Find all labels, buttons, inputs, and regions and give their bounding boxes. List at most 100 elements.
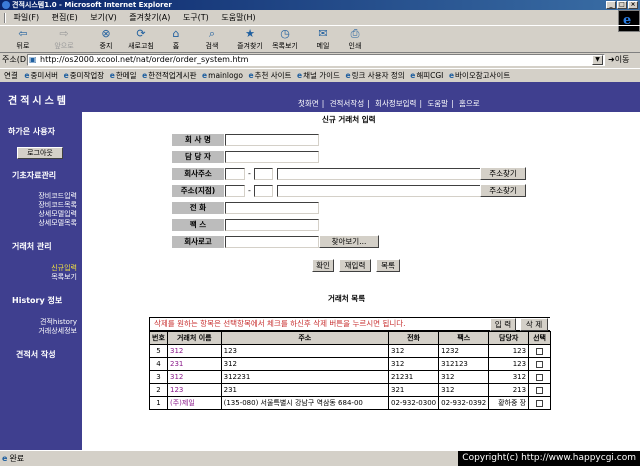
browse-button[interactable]: 찾아보기...	[319, 235, 379, 248]
address-url: http://os2000.xcool.net/nat/order/order_…	[40, 55, 249, 64]
select-checkbox[interactable]	[536, 373, 544, 381]
ie-page-icon: e	[345, 71, 351, 80]
ie-page-icon: e	[142, 71, 148, 80]
sidebar-basic-heading: 기초자료관리	[12, 171, 57, 180]
link-item[interactable]: e한메일	[109, 69, 139, 82]
sidebar-quote-heading[interactable]: 견적서 작성	[16, 349, 56, 360]
list-button[interactable]: 목록	[376, 259, 400, 272]
nav-quote[interactable]: 견적서작성	[330, 99, 365, 108]
forward-button[interactable]: ⇨ 앞으로	[50, 28, 78, 52]
zip-dash: -	[248, 169, 251, 178]
ie-page-icon: e	[202, 71, 208, 80]
web-page: 견적시스템 첫화면 | 견적서작성 | 회사정보입력 | 도움말 | 홈으로 하가은 사…	[0, 82, 640, 450]
branch-address-input[interactable]	[277, 185, 481, 197]
branch-zip2-input[interactable]	[254, 185, 273, 197]
logout-button[interactable]: 로그아웃	[17, 147, 63, 159]
top-nav: 첫화면 | 견적서작성 | 회사정보입력 | 도움말 | 홈으로	[298, 99, 480, 108]
confirm-button[interactable]: 확인	[312, 259, 334, 272]
logo-file-input[interactable]	[225, 236, 319, 248]
menu-help[interactable]: 도움말(H)	[216, 11, 260, 24]
go-button[interactable]: ➜이동	[608, 53, 629, 67]
sidebar-item-client-list[interactable]: 목록보기	[51, 272, 77, 282]
link-item[interactable]: e한전적업게시판	[141, 69, 198, 82]
add-client-button[interactable]: 입 력	[490, 318, 516, 331]
select-checkbox[interactable]	[536, 347, 544, 355]
sidebar-item-deal-details[interactable]: 거래상세정보	[38, 326, 77, 336]
back-button[interactable]: ⇦ 뒤로	[12, 28, 34, 52]
client-name-link[interactable]: 123	[166, 383, 222, 397]
close-button[interactable]: ×	[628, 1, 638, 9]
company-name-input[interactable]	[225, 134, 319, 146]
favorites-button[interactable]: ★ 즐겨찾기	[233, 28, 267, 52]
reset-button[interactable]: 재입력	[339, 259, 371, 272]
table-row: 3 312 312231 21231 312 312	[149, 370, 551, 384]
nav-home[interactable]: 첫화면	[298, 99, 319, 108]
link-item[interactable]: e링크 사용자 정의	[345, 69, 407, 82]
refresh-button[interactable]: ⟳ 새로고침	[124, 28, 158, 52]
select-checkbox[interactable]	[536, 360, 544, 368]
nav-homepage[interactable]: 홈으로	[459, 99, 480, 108]
client-name-link[interactable]: 231	[166, 357, 222, 371]
address-input[interactable]: ▣ http://os2000.xcool.net/nat/order/orde…	[27, 54, 605, 66]
phone-input[interactable]	[225, 202, 319, 214]
select-checkbox[interactable]	[536, 386, 544, 394]
menu-edit[interactable]: 편집(E)	[47, 11, 83, 24]
refresh-icon: ⟳	[136, 27, 146, 40]
client-name-link[interactable]: 312	[166, 344, 222, 358]
mail-icon: ✉	[318, 27, 328, 40]
client-name-link[interactable]: (주)제일	[166, 396, 222, 410]
link-item[interactable]: emainlogo	[201, 69, 245, 82]
company-zip1-input[interactable]	[225, 168, 245, 180]
home-button[interactable]: ⌂ 홈	[166, 28, 186, 52]
sidebar-client-heading: 거래처 관리	[12, 242, 52, 251]
history-label: 목록보기	[272, 42, 298, 50]
branch-zip1-input[interactable]	[225, 185, 245, 197]
favorites-label: 즐겨찾기	[237, 42, 263, 50]
address-dropdown-button[interactable]: ▼	[592, 55, 603, 65]
branch-find-address-button[interactable]: 주소찾기	[480, 184, 526, 197]
ie-page-icon: e	[63, 71, 69, 80]
star-icon: ★	[245, 27, 255, 40]
company-zip2-input[interactable]	[254, 168, 273, 180]
site-title: 견적시스템	[8, 96, 69, 107]
manager-input[interactable]	[225, 151, 319, 163]
window-title-bar: 견적시스템1.0 - Microsoft Internet Explorer _…	[0, 0, 640, 10]
history-button[interactable]: ◷ 목록보기	[268, 28, 302, 52]
link-item[interactable]: e채널 가이드	[296, 69, 342, 82]
search-icon: ⌕	[208, 27, 216, 40]
link-item[interactable]: e해피CGI	[409, 69, 445, 82]
phone-label: 전 화	[172, 202, 224, 214]
company-address-input[interactable]	[277, 168, 481, 180]
menu-file[interactable]: 파일(F)	[9, 11, 45, 24]
minimize-button[interactable]: _	[606, 1, 616, 9]
main-content: 신규 거래처 입력 회 사 명 담 당 자 회사주소 - 주소찾기 주소(지점)…	[82, 112, 640, 450]
ie-app-icon	[2, 1, 10, 9]
client-name-link[interactable]: 312	[166, 370, 222, 384]
stop-button[interactable]: ⊗ 중지	[95, 28, 117, 52]
menu-tools[interactable]: 도구(T)	[178, 11, 214, 24]
select-checkbox[interactable]	[536, 399, 544, 407]
forward-arrow-icon: ⇨	[59, 27, 69, 40]
link-item[interactable]: e중미서버	[23, 69, 60, 82]
col-select: 선택	[528, 331, 551, 345]
menu-favorites[interactable]: 즐겨찾기(A)	[124, 11, 175, 24]
maximize-button[interactable]: □	[617, 1, 627, 9]
print-button[interactable]: ⎙ 인쇄	[345, 28, 365, 52]
fax-input[interactable]	[225, 219, 319, 231]
link-item[interactable]: e바이오참고사이트	[448, 69, 512, 82]
company-find-address-button[interactable]: 주소찾기	[480, 167, 526, 180]
link-item[interactable]: e중미작업장	[63, 69, 107, 82]
go-label: 이동	[614, 55, 630, 64]
nav-company-info[interactable]: 회사정보입력	[375, 99, 416, 108]
link-item[interactable]: e추천 사이트	[247, 69, 293, 82]
sidebar-history-heading: History 정보	[12, 296, 63, 305]
table-header-row: 번호 거래처 이름 주소 전화 팩스 담당자 선택	[149, 331, 551, 345]
client-list-title: 거래처 목록	[328, 294, 366, 303]
nav-help[interactable]: 도움말	[427, 99, 448, 108]
menu-bar: 파일(F) 편집(E) 보기(V) 즐겨찾기(A) 도구(T) 도움말(H)	[0, 11, 640, 24]
mail-button[interactable]: ✉ 메일	[313, 28, 333, 52]
menu-view[interactable]: 보기(V)	[85, 11, 121, 24]
search-button[interactable]: ⌕ 검색	[201, 28, 223, 52]
delete-client-button[interactable]: 삭 제	[520, 318, 548, 331]
sidebar-item-model-list[interactable]: 상세모델목록	[38, 218, 77, 228]
